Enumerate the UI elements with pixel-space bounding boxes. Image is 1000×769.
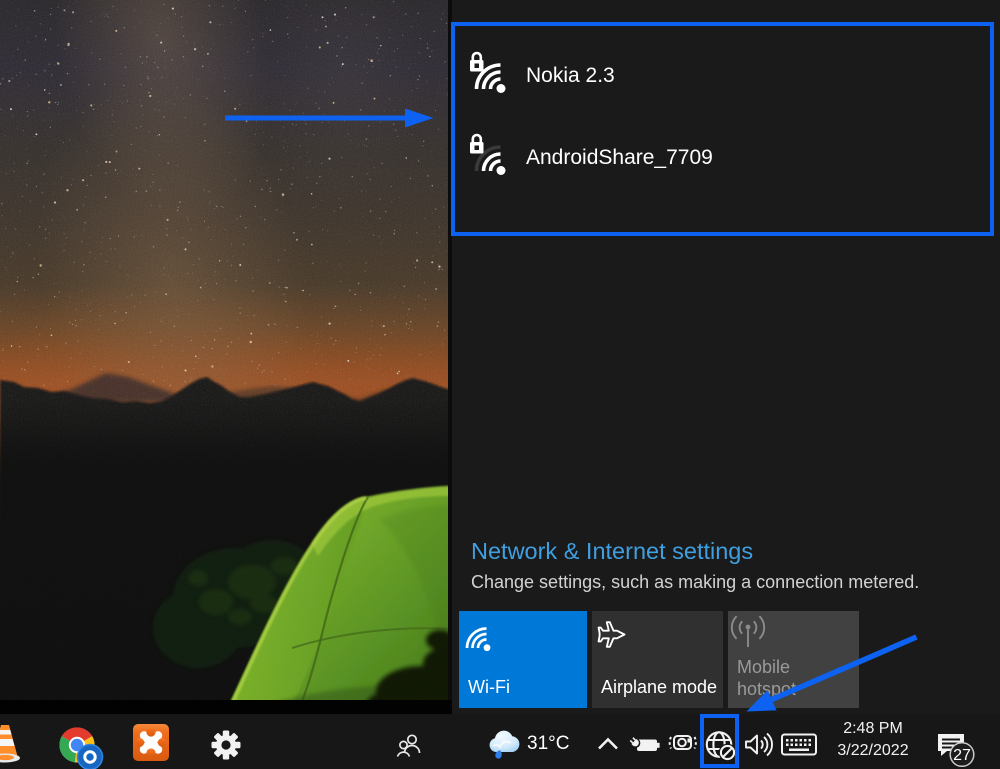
svg-text:27: 27 bbox=[953, 747, 971, 764]
